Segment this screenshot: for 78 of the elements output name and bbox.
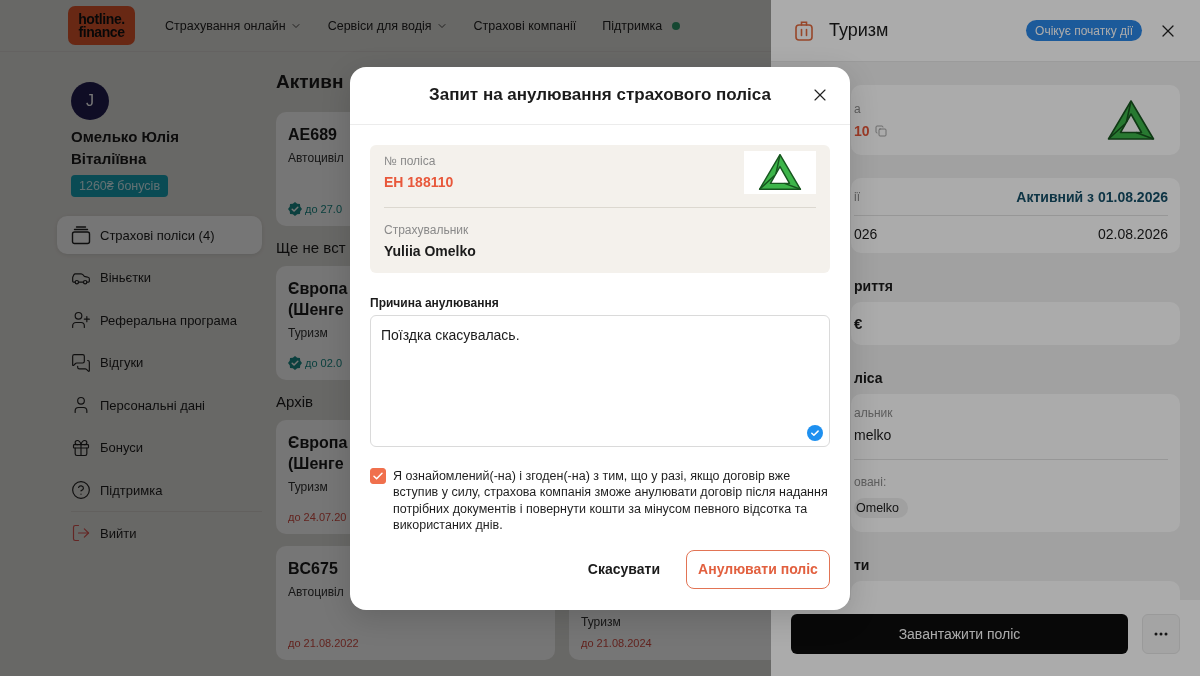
policy-number: 10 — [854, 122, 870, 139]
section-heading: ліса — [854, 370, 883, 386]
triangle-logo — [1106, 98, 1156, 142]
section-heading: Архів — [276, 392, 313, 412]
dialog-title: Запит на анулювання страхового поліса — [428, 85, 772, 105]
nav-link[interactable]: Сервіси для водія — [327, 18, 448, 33]
sidebar-item[interactable]: Бонуси — [57, 428, 262, 467]
nav-link[interactable]: Страхування онлайн — [165, 18, 302, 33]
card-stack-icon — [71, 225, 91, 245]
nav-link[interactable]: Страхові компанії — [473, 18, 577, 33]
section-heading: риття — [854, 278, 894, 294]
status-dot-icon — [672, 21, 681, 30]
policy-title: Європа (Шенге — [288, 433, 348, 474]
policy-type: Туризм — [288, 326, 328, 341]
holder-name: melko — [854, 427, 892, 444]
help-circle-icon — [71, 480, 91, 500]
policy-type: Автоцивіл — [288, 151, 344, 166]
verified-badge-icon — [288, 356, 302, 370]
validity-date: до 21.08.2022 — [288, 636, 359, 650]
field-label: а — [854, 101, 862, 117]
nav-link[interactable]: Підтримка — [602, 18, 681, 33]
drawer-title: Туризм — [829, 20, 889, 41]
consent-text: Я ознайомлений(-на) і згоден(-на) з тим, що у разі, якщо договір вже вступив у силу, страхова компанія зможе анулювати договір після надання потрібних документів і повернути кошти за мінусом певного відсотка та використаних днів. — [393, 467, 829, 534]
suitcase-icon — [795, 20, 813, 41]
field-label: Причина анулювання — [370, 294, 499, 311]
more-button[interactable] — [1142, 614, 1180, 654]
more-icon — [1154, 632, 1168, 636]
policy-type: Туризм — [288, 480, 328, 495]
cancel-button[interactable]: Скасувати — [587, 561, 660, 577]
coverage-amount: € — [854, 315, 863, 332]
gift-icon — [71, 437, 91, 458]
validity-date: до 24.07.20 — [288, 510, 347, 524]
user-plus-icon — [71, 310, 91, 330]
copy-icon[interactable] — [874, 124, 887, 137]
start-date: 026 — [854, 226, 878, 242]
validity-date: до 27.0 — [305, 202, 342, 216]
field-label: овані: — [854, 475, 887, 490]
period-status: Активний з 01.08.2026 — [1016, 189, 1168, 205]
field-label: альник — [854, 406, 893, 421]
policy-type: Туризм — [581, 615, 621, 630]
reason-textarea[interactable]: Поїздка скасувалась. — [370, 314, 830, 447]
field-label: № поліса — [384, 153, 436, 169]
field-label: ії — [854, 189, 860, 205]
user-name: Омелько Юлія Віталіївна — [71, 127, 181, 169]
policy-type: Автоцивіл — [288, 585, 344, 600]
sidebar-item[interactable]: Вийти — [57, 514, 262, 552]
holder-name: Yuliia Omelko — [384, 242, 476, 260]
consent-checkbox[interactable] — [370, 467, 386, 484]
section-heading: Ще не вст — [276, 238, 346, 258]
verified-badge-icon — [288, 202, 302, 216]
triangle-logo — [744, 150, 816, 194]
person-chip: Omelko — [854, 498, 909, 518]
section-heading: Активн — [276, 70, 344, 94]
field-label: Страхувальник — [384, 221, 469, 238]
validity-date: до 21.08.2024 — [581, 636, 652, 650]
status-badge: Очікує початку дії — [1026, 20, 1142, 41]
avatar: J — [71, 82, 109, 120]
cancel-policy-button[interactable]: Анулювати поліс — [686, 549, 830, 589]
download-button[interactable]: Завантажити поліс — [791, 614, 1128, 654]
sidebar-item[interactable]: Страхові поліси (4) — [57, 216, 262, 254]
section-heading: ти — [854, 557, 870, 573]
check-circle-icon — [807, 424, 823, 441]
sidebar-item[interactable]: Відгуки — [57, 343, 262, 382]
bonus-badge: 1260₴ бонусів — [71, 175, 169, 197]
sidebar-item[interactable]: Персональні дані — [57, 386, 262, 424]
logo[interactable]: hotline. finance — [68, 6, 135, 45]
policy-number: EH 188110 — [384, 174, 454, 191]
tick-icon — [373, 471, 383, 480]
chat-bubbles-icon — [71, 352, 91, 373]
policy-title: BC675 — [288, 559, 338, 579]
logout-icon — [71, 523, 91, 543]
end-date: 02.08.2026 — [1097, 226, 1168, 242]
sidebar-item[interactable]: Віньєтки — [57, 258, 262, 297]
validity-date: до 02.0 — [305, 356, 342, 370]
sidebar-item[interactable]: Підтримка — [57, 471, 262, 509]
policy-title: Європа (Шенге — [288, 279, 348, 320]
policy-title: AE689 — [288, 125, 337, 145]
sidebar-item[interactable]: Реферальна програма — [57, 301, 262, 339]
